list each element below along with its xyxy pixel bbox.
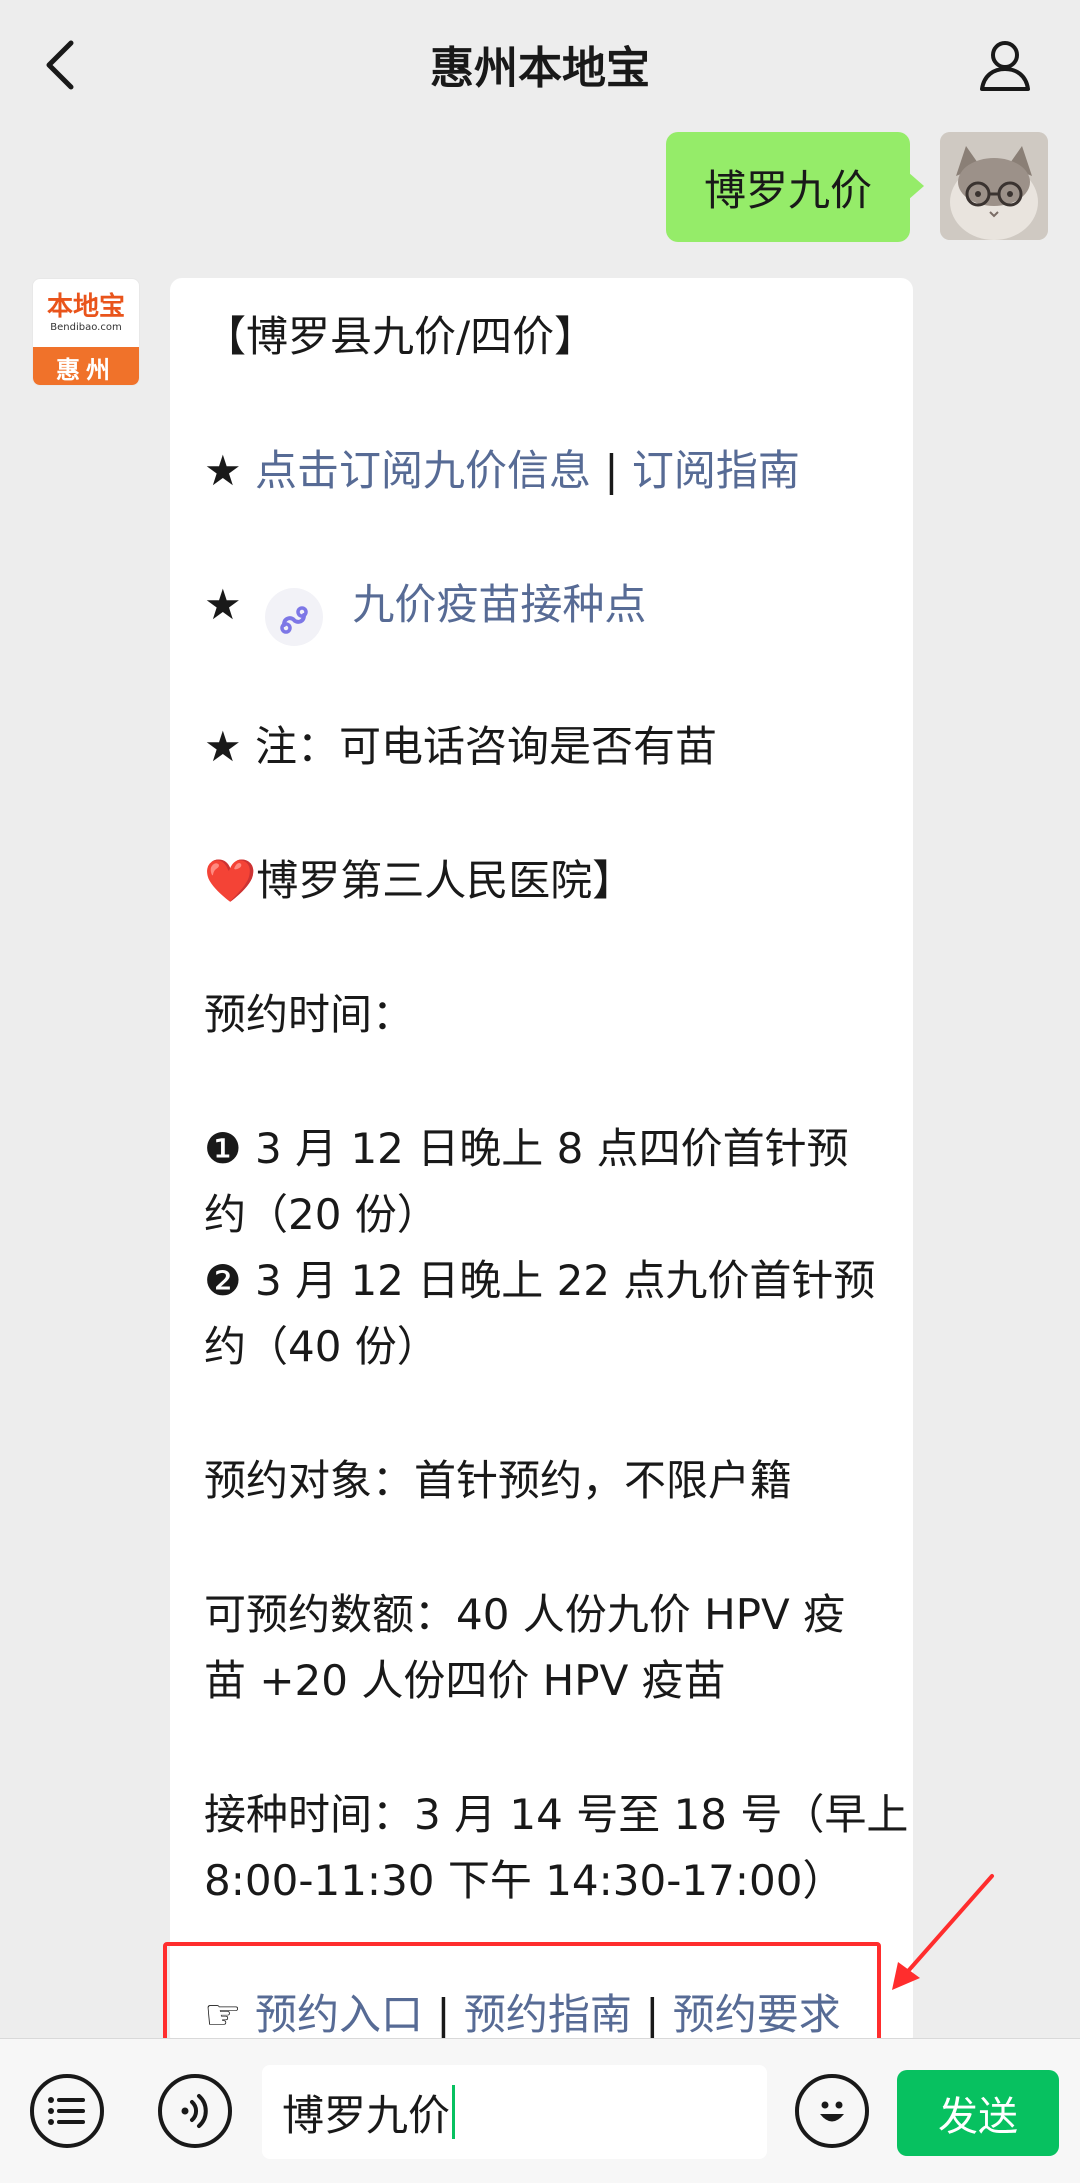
person-icon <box>980 41 1030 91</box>
official-account-avatar[interactable]: 本地宝 Bendibao.com 惠州 <box>32 278 140 386</box>
input-text: 博罗九价 <box>282 2090 451 2140</box>
user-message-text: 博罗九价 <box>703 165 872 215</box>
user-message-bubble[interactable]: 博罗九价 <box>665 132 925 242</box>
list-icon <box>48 2097 85 2125</box>
subscribe-line: ★ 点击订阅九价信息 | 订阅指南 <box>204 438 881 504</box>
mini-program-line: ★ 九价疫苗接种点 <box>204 572 881 646</box>
text-caret <box>452 2085 456 2139</box>
avatar-logo-top: 本地宝 Bendibao.com <box>33 279 139 347</box>
schedule-item-2: ❷ 3 月 12 日晚上 22 点九价首针预 <box>204 1256 876 1305</box>
voice-button[interactable] <box>158 2074 232 2148</box>
vaccination-time-1: 接种时间：3 月 14 号至 18 号（早上 <box>204 1790 909 1839</box>
emoji-button[interactable] <box>795 2074 869 2148</box>
cat-avatar-image <box>940 132 1048 240</box>
schedule-item-1: ❶ 3 月 12 日晚上 8 点四价首针预 <box>204 1124 849 1173</box>
vaccination-time-2: 8:00-11:30 下午 14:30-17:00） <box>204 1856 845 1905</box>
link-separator: | <box>604 446 619 495</box>
message-title: 【博罗县九价/四价】 <box>204 312 597 361</box>
mini-program-link[interactable]: 九价疫苗接种点 <box>352 580 646 629</box>
send-button[interactable]: 发送 <box>897 2070 1059 2156</box>
number-one-icon: ❶ <box>204 1124 242 1173</box>
heart-icon: ❤️ <box>204 856 257 905</box>
hospital-name: 博罗第三人民医院】 <box>256 856 635 905</box>
quota-line-1: 可预约数额：40 人份九价 HPV 疫 <box>204 1590 846 1639</box>
bot-message-bubble: 【博罗县九价/四价】 ★ 点击订阅九价信息 | 订阅指南 ★ 九价疫苗接种点 ★… <box>170 278 913 2048</box>
hospital-line: ❤️博罗第三人民医院】 <box>204 848 881 914</box>
booking-time-label: 预约时间： <box>204 990 415 1039</box>
star-marker: ★ <box>204 580 242 629</box>
subscribe-guide-link[interactable]: 订阅指南 <box>632 446 800 495</box>
voice-icon <box>181 2094 208 2128</box>
message-input[interactable]: 博罗九价 <box>262 2065 767 2159</box>
avatar-city: 惠州 <box>33 347 139 385</box>
red-arrow-icon <box>892 1874 994 1990</box>
star-marker: ★ <box>204 722 242 771</box>
booking-target: 预约对象：首针预约，不限户籍 <box>204 1456 793 1505</box>
page-title: 惠州本地宝 <box>430 43 650 94</box>
nav-header: 惠州本地宝 <box>0 0 1080 132</box>
note-line: ★ 注：可电话咨询是否有苗 <box>204 714 881 780</box>
schedule-item-2-cont: 约（40 份） <box>204 1322 439 1371</box>
user-avatar[interactable] <box>940 132 1048 240</box>
number-two-icon: ❷ <box>204 1256 242 1305</box>
input-bar: 博罗九价 发送 <box>0 2038 1080 2183</box>
avatar-brand: 本地宝 <box>46 292 125 323</box>
schedule-item-1-cont: 约（20 份） <box>204 1190 439 1239</box>
quota-line-2: 苗 +20 人份四价 HPV 疫苗 <box>204 1656 726 1705</box>
mini-program-icon <box>265 588 324 646</box>
subscribe-link[interactable]: 点击订阅九价信息 <box>255 446 591 495</box>
menu-button[interactable] <box>30 2074 104 2148</box>
star-marker: ★ <box>204 446 242 495</box>
profile-button[interactable] <box>970 30 1040 100</box>
note-text: 注：可电话咨询是否有苗 <box>255 722 718 771</box>
smiley-icon <box>820 2101 844 2122</box>
avatar-url: Bendibao.com <box>50 321 122 333</box>
